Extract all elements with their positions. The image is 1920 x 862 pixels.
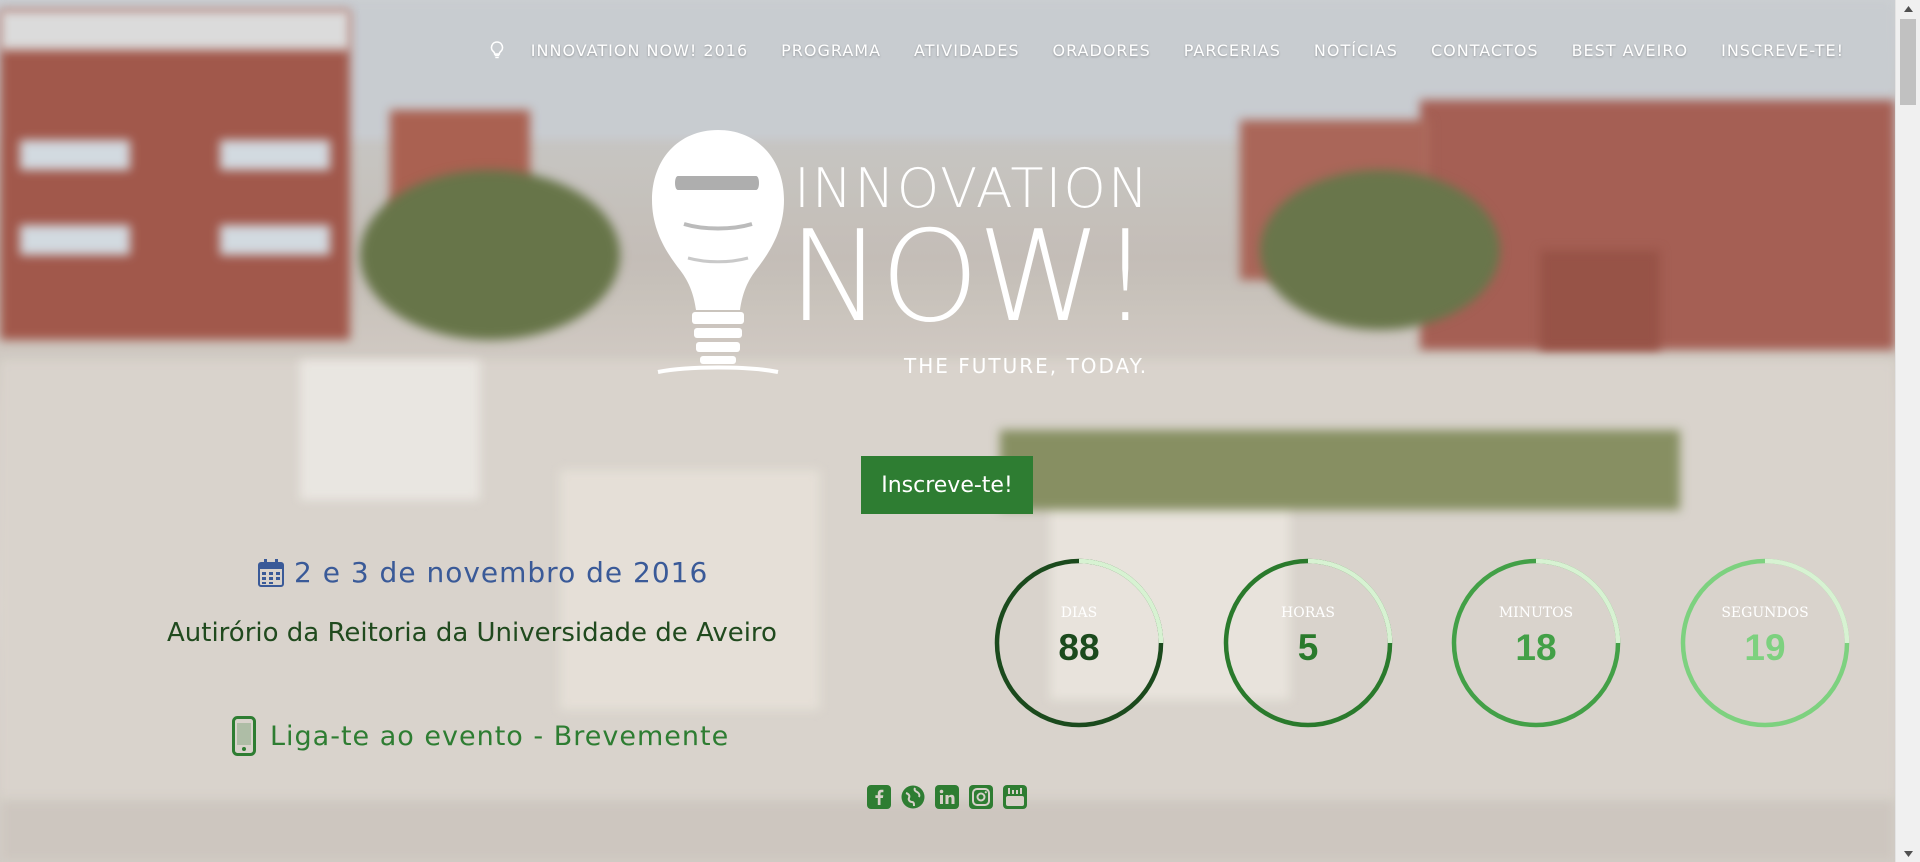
- nav-item-atividades[interactable]: ATIVIDADES: [914, 41, 1019, 60]
- scroll-down-arrow-icon[interactable]: [1896, 845, 1920, 862]
- countdown-hours-label: HORAS: [1281, 605, 1335, 621]
- vertical-scrollbar[interactable]: [1895, 0, 1920, 862]
- instagram-icon[interactable]: [969, 785, 993, 809]
- lightbulb-logo-icon: [652, 130, 784, 374]
- nav-item-oradores[interactable]: ORADORES: [1052, 41, 1150, 60]
- nav-item-inscreve-te[interactable]: INSCREVE-TE!: [1721, 41, 1844, 60]
- page: INNOVATION NOW! 2016 PROGRAMA ATIVIDADES…: [0, 0, 1920, 862]
- scroll-up-arrow-icon[interactable]: [1896, 0, 1920, 17]
- nav-item-contactos[interactable]: CONTACTOS: [1431, 41, 1539, 60]
- event-date: 2 e 3 de novembro de 2016: [258, 556, 708, 589]
- main-nav: INNOVATION NOW! 2016 PROGRAMA ATIVIDADES…: [483, 36, 1844, 64]
- countdown-seconds-label: SEGUNDOS: [1721, 605, 1809, 621]
- countdown-days-value: 88: [1058, 627, 1100, 668]
- mobile-phone-icon: [232, 716, 256, 756]
- youtube-icon[interactable]: [1003, 785, 1027, 809]
- countdown-seconds: SEGUNDOS 19: [1679, 557, 1851, 729]
- countdown-seconds-value: 19: [1744, 627, 1786, 668]
- countdown-minutes-label: MINUTOS: [1498, 605, 1574, 621]
- event-live-text[interactable]: Liga-te ao evento - Brevemente: [270, 721, 729, 752]
- scrollbar-thumb[interactable]: [1900, 19, 1916, 105]
- lightbulb-icon[interactable]: [483, 36, 511, 64]
- countdown-hours: HORAS 5: [1222, 557, 1394, 729]
- nav-item-parcerias[interactable]: PARCERIAS: [1184, 41, 1281, 60]
- nav-item-best-aveiro[interactable]: BEST AVEIRO: [1572, 41, 1689, 60]
- event-venue: Autirório da Reitoria da Universidade de…: [167, 618, 777, 648]
- calendar-icon: [258, 558, 284, 587]
- event-date-text: 2 e 3 de novembro de 2016: [294, 556, 709, 589]
- logo-word-now: NOW!: [788, 203, 1151, 350]
- countdown-days: DIAS 88: [993, 557, 1165, 729]
- countdown-hours-value: 5: [1297, 627, 1319, 668]
- facebook-icon[interactable]: [867, 785, 891, 809]
- inscreve-te-button[interactable]: Inscreve-te!: [861, 456, 1033, 514]
- globe-icon[interactable]: [901, 785, 925, 809]
- countdown-minutes-value: 18: [1515, 627, 1557, 668]
- logo-tagline: THE FUTURE, TODAY.: [904, 354, 1149, 378]
- countdown-days-label: DIAS: [1060, 605, 1098, 621]
- nav-item-noticias[interactable]: NOTÍCIAS: [1314, 41, 1398, 60]
- event-live-link[interactable]: Liga-te ao evento - Brevemente: [232, 716, 729, 756]
- social-links: [867, 785, 1037, 809]
- nav-item-programa[interactable]: PROGRAMA: [781, 41, 881, 60]
- nav-item-innovation-now-2016[interactable]: INNOVATION NOW! 2016: [531, 41, 748, 60]
- countdown-minutes: MINUTOS 18: [1450, 557, 1622, 729]
- innovation-now-logo: INNOVATION NOW! THE FUTURE, TODAY.: [648, 128, 1248, 378]
- linkedin-icon[interactable]: [935, 785, 959, 809]
